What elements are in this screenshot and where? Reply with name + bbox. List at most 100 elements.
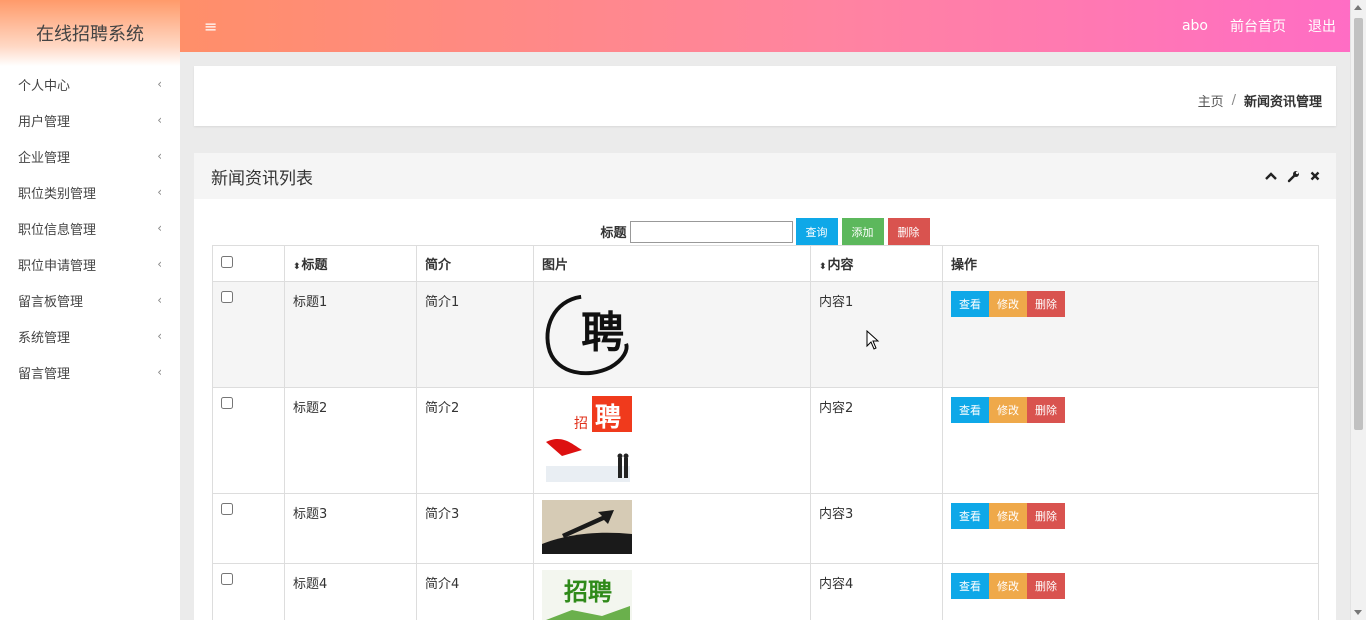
view-button[interactable]: 查看 [951, 573, 989, 599]
svg-text:招聘: 招聘 [564, 578, 612, 606]
row-title: 标题2 [284, 387, 417, 494]
sort-icon: ⬍ [293, 262, 301, 272]
row-select-cell [212, 493, 285, 564]
delete-button[interactable]: 删除 [1027, 291, 1065, 317]
menu-toggle-icon[interactable]: ≡ [204, 17, 217, 36]
column-header-title[interactable]: ⬍标题 [284, 245, 417, 282]
row-actions: 查看 修改 删除 [942, 493, 1319, 564]
collapse-icon[interactable] [1265, 171, 1277, 181]
query-button[interactable]: 查询 [795, 218, 838, 245]
sidebar-item-job-applications[interactable]: 职位申请管理 ‹ [0, 246, 180, 282]
chevron-left-icon: ‹ [157, 149, 162, 163]
row-checkbox[interactable] [221, 503, 233, 515]
logout-link[interactable]: 退出 [1308, 16, 1336, 36]
sidebar-item-job-categories[interactable]: 职位类别管理 ‹ [0, 174, 180, 210]
batch-delete-button[interactable]: 删除 [887, 218, 930, 245]
sidebar-item-label: 企业管理 [18, 150, 71, 166]
scroll-down-icon[interactable] [1354, 610, 1362, 615]
add-button[interactable]: 添加 [841, 218, 884, 245]
row-content: 内容4 [810, 563, 943, 620]
table-header-row: ⬍标题 简介 图片 ⬍内容 操作 [212, 245, 1319, 282]
news-list-panel: 新闻资讯列表 标题 查询 添加 删除 ⬍标题 简介 图片 ⬍内容 操作 标题1 … [194, 153, 1336, 620]
row-content: 内容2 [810, 387, 943, 494]
table-row: 标题4 简介4 招聘 内容4 查看 修改 删除 [212, 563, 1319, 620]
row-title: 标题4 [284, 563, 417, 620]
delete-button[interactable]: 删除 [1027, 503, 1065, 529]
select-all-checkbox[interactable] [221, 255, 233, 268]
news-thumbnail-image: 聘 [542, 288, 632, 378]
svg-text:聘: 聘 [595, 403, 621, 433]
delete-button[interactable]: 删除 [1027, 573, 1065, 599]
row-checkbox[interactable] [221, 397, 233, 409]
column-header-actions: 操作 [942, 245, 1319, 282]
frontend-home-link[interactable]: 前台首页 [1230, 16, 1286, 36]
edit-button[interactable]: 修改 [989, 573, 1027, 599]
app-title: 在线招聘系统 [0, 0, 180, 66]
mouse-cursor-icon [866, 330, 880, 350]
search-title-label: 标题 [600, 226, 627, 241]
page-scrollbar[interactable] [1350, 0, 1366, 620]
chevron-left-icon: ‹ [157, 329, 162, 343]
edit-button[interactable]: 修改 [989, 503, 1027, 529]
sidebar-item-system[interactable]: 系统管理 ‹ [0, 318, 180, 354]
top-links: abo 前台首页 退出 [1160, 16, 1336, 36]
panel-header: 新闻资讯列表 [194, 153, 1336, 199]
sort-icon: ⬍ [819, 262, 827, 272]
column-label: 内容 [827, 258, 854, 273]
chevron-left-icon: ‹ [157, 365, 162, 379]
wrench-icon[interactable] [1287, 170, 1300, 183]
chevron-left-icon: ‹ [157, 221, 162, 235]
table-row: 标题1 简介1 聘 内容1 查看 修改 删除 [212, 281, 1319, 388]
row-content: 内容3 [810, 493, 943, 564]
row-actions: 查看 修改 删除 [942, 563, 1319, 620]
row-title: 标题1 [284, 281, 417, 388]
sidebar-item-label: 职位信息管理 [18, 222, 97, 238]
chevron-left-icon: ‹ [157, 257, 162, 271]
sidebar-item-label: 系统管理 [18, 330, 71, 346]
row-summary: 简介3 [416, 493, 534, 564]
search-title-input[interactable] [629, 220, 793, 243]
column-label: 标题 [301, 258, 328, 273]
row-image-cell: 聘 招 [533, 387, 811, 494]
delete-button[interactable]: 删除 [1027, 397, 1065, 423]
view-button[interactable]: 查看 [951, 397, 989, 423]
sidebar: 在线招聘系统 个人中心 ‹ 用户管理 ‹ 企业管理 ‹ 职位类别管理 ‹ 职位信… [0, 0, 180, 620]
row-image-cell: 招聘 [533, 563, 811, 620]
sidebar-item-label: 留言管理 [18, 366, 71, 382]
sidebar-item-companies[interactable]: 企业管理 ‹ [0, 138, 180, 174]
chevron-left-icon: ‹ [157, 185, 162, 199]
sidebar-item-label: 用户管理 [18, 114, 71, 130]
sidebar-item-users[interactable]: 用户管理 ‹ [0, 102, 180, 138]
sidebar-item-messages[interactable]: 留言管理 ‹ [0, 354, 180, 390]
breadcrumb: 主页 / 新闻资讯管理 [194, 66, 1336, 126]
scroll-up-icon[interactable] [1354, 5, 1362, 10]
edit-button[interactable]: 修改 [989, 291, 1027, 317]
panel-title: 新闻资讯列表 [211, 168, 313, 189]
select-all-cell [212, 245, 285, 282]
news-thumbnail-image [542, 500, 632, 554]
breadcrumb-home-link[interactable]: 主页 [1198, 91, 1224, 110]
row-select-cell [212, 281, 285, 388]
row-actions: 查看 修改 删除 [942, 387, 1319, 494]
user-name-link[interactable]: abo [1182, 18, 1208, 34]
column-header-content[interactable]: ⬍内容 [810, 245, 943, 282]
chevron-left-icon: ‹ [157, 77, 162, 91]
row-summary: 简介4 [416, 563, 534, 620]
sidebar-item-job-info[interactable]: 职位信息管理 ‹ [0, 210, 180, 246]
view-button[interactable]: 查看 [951, 291, 989, 317]
scrollbar-thumb[interactable] [1354, 18, 1363, 430]
row-image-cell [533, 493, 811, 564]
panel-tools [1255, 170, 1320, 183]
breadcrumb-separator: / [1231, 92, 1236, 108]
close-icon[interactable] [1310, 171, 1320, 181]
edit-button[interactable]: 修改 [989, 397, 1027, 423]
search-bar: 标题 查询 添加 删除 [194, 218, 1336, 245]
sidebar-item-personal-center[interactable]: 个人中心 ‹ [0, 66, 180, 102]
top-bar: ≡ abo 前台首页 退出 [180, 0, 1350, 52]
row-checkbox[interactable] [221, 291, 233, 303]
sidebar-item-label: 职位申请管理 [18, 258, 97, 274]
news-thumbnail-image: 聘 招 [542, 394, 632, 484]
row-checkbox[interactable] [221, 573, 233, 585]
view-button[interactable]: 查看 [951, 503, 989, 529]
sidebar-item-message-board[interactable]: 留言板管理 ‹ [0, 282, 180, 318]
